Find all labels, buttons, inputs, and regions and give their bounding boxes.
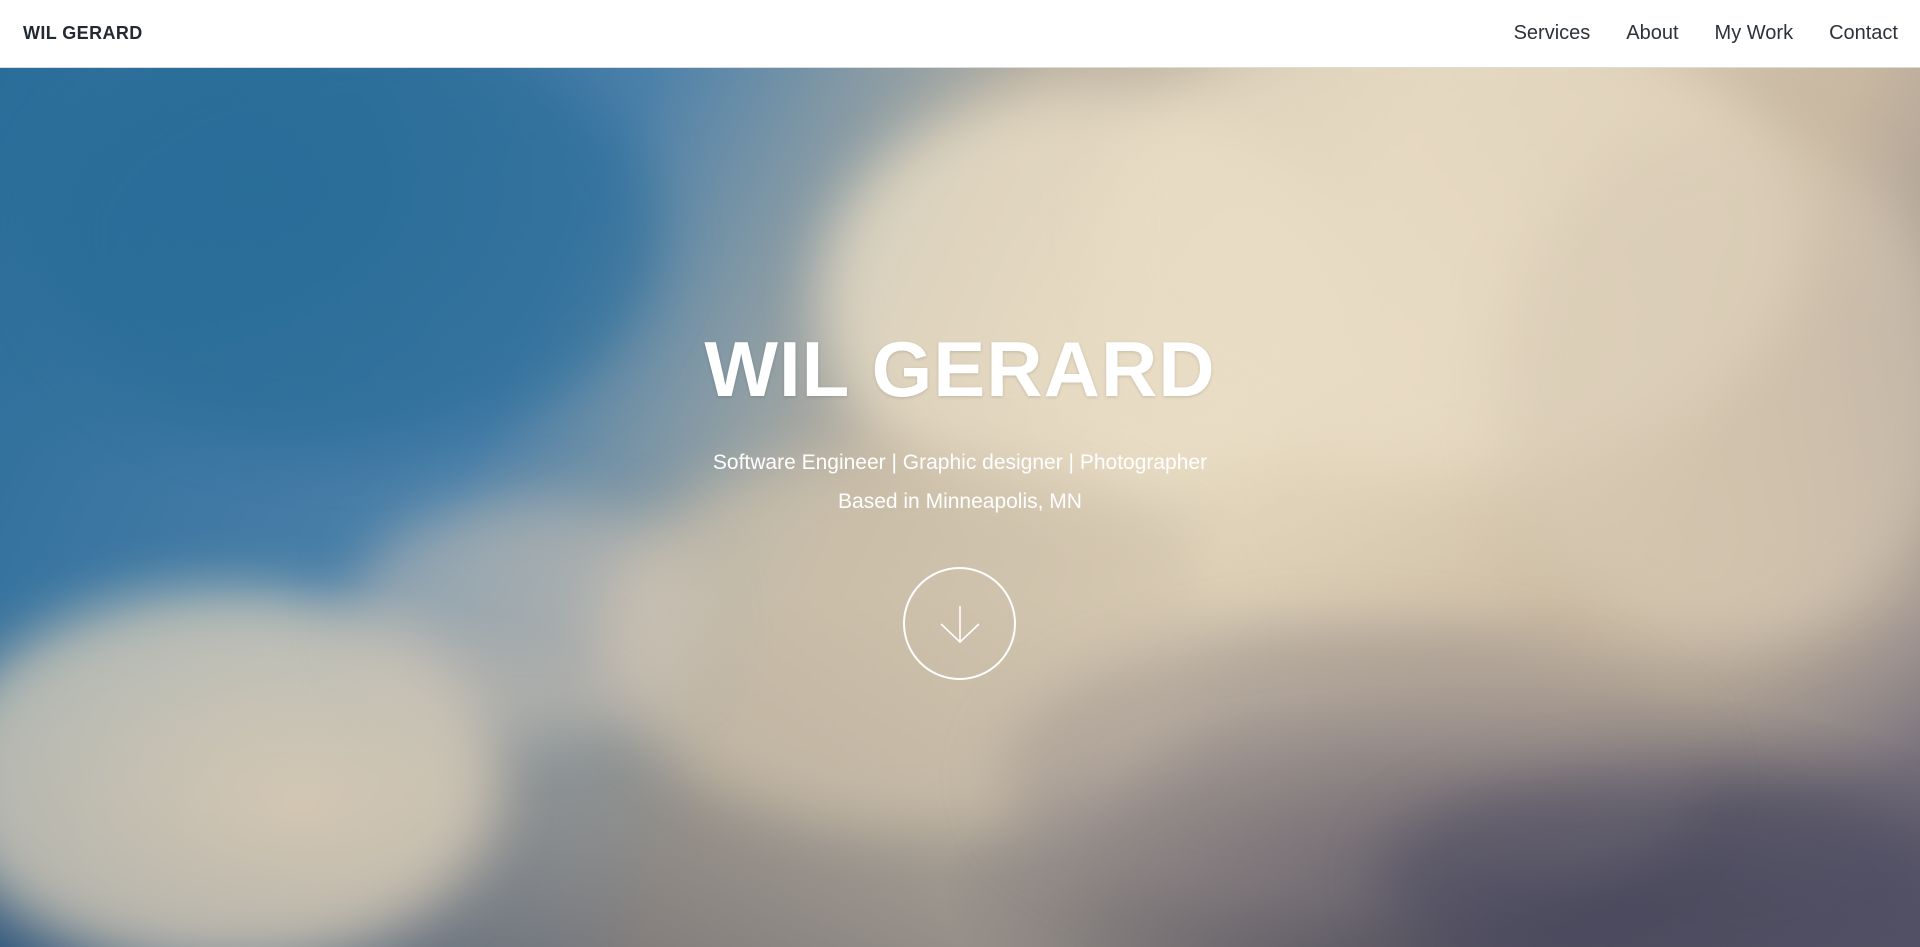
- nav-link-services[interactable]: Services: [1514, 22, 1591, 45]
- nav-links: Services About My Work Contact: [1478, 22, 1898, 45]
- top-navbar: WIL GERARD Services About My Work Contac…: [0, 0, 1920, 68]
- nav-link-about[interactable]: About: [1626, 22, 1678, 45]
- arrow-down-icon: [939, 605, 980, 643]
- hero-subtitle: Software Engineer | Graphic designer | P…: [712, 451, 1208, 474]
- hero-content: WIL GERARD Software Engineer | Graphic d…: [0, 68, 1920, 947]
- brand-logo-link[interactable]: WIL GERARD: [23, 23, 143, 44]
- hero-title: WIL GERARD: [704, 325, 1216, 413]
- hero-location: Based in Minneapolis, MN: [838, 490, 1082, 513]
- hero-section: WIL GERARD Software Engineer | Graphic d…: [0, 68, 1920, 947]
- nav-link-my-work[interactable]: My Work: [1715, 22, 1794, 45]
- nav-link-contact[interactable]: Contact: [1829, 22, 1898, 45]
- scroll-down-button[interactable]: [903, 567, 1016, 680]
